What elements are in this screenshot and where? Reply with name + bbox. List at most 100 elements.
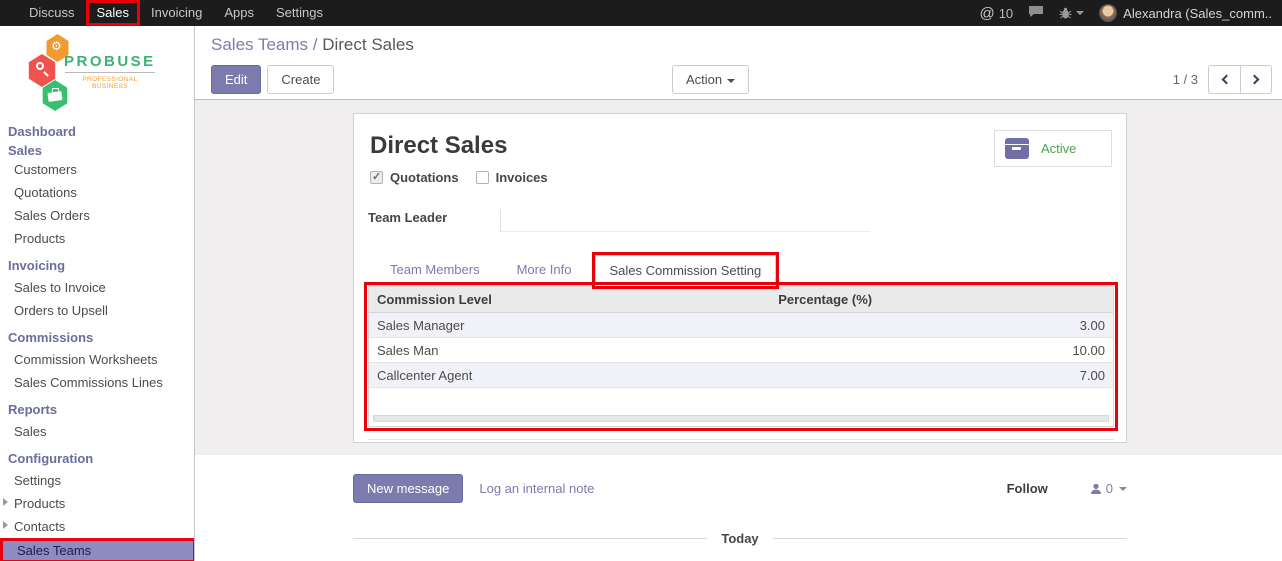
- tab-team-members[interactable]: Team Members: [376, 255, 494, 285]
- chatter: New message Log an internal note Follow …: [195, 455, 1282, 561]
- archive-box-icon: [1005, 138, 1029, 159]
- create-button[interactable]: Create: [267, 65, 334, 94]
- chevron-down-icon: [1076, 11, 1084, 15]
- top-menu-sales[interactable]: Sales: [86, 0, 141, 26]
- breadcrumb: Sales Teams / Direct Sales: [195, 26, 1282, 60]
- top-bar: Discuss Sales Invoicing Apps Settings @ …: [0, 0, 1282, 26]
- probuse-logo: PROBUSE PROFESSIONAL BUSINESS: [0, 26, 194, 118]
- chevron-down-icon: [727, 79, 735, 83]
- log-internal-note-link[interactable]: Log an internal note: [479, 481, 594, 496]
- sidebar-item-sales-to-invoice[interactable]: Sales to Invoice: [0, 276, 194, 299]
- follow-button[interactable]: Follow: [1007, 481, 1048, 496]
- top-menu-invoicing[interactable]: Invoicing: [140, 0, 213, 26]
- top-nav: Discuss Sales Invoicing Apps Settings: [18, 0, 334, 26]
- quotations-checkbox[interactable]: [370, 171, 383, 184]
- active-label: Active: [1041, 141, 1076, 156]
- team-leader-value[interactable]: [500, 210, 870, 232]
- table-empty-row: [369, 388, 1113, 413]
- logo-text: PROBUSE: [64, 53, 156, 70]
- sidebar-item-products[interactable]: Products: [0, 227, 194, 250]
- sidebar-section-configuration: Configuration: [0, 447, 194, 469]
- avatar: [1099, 4, 1117, 22]
- invoices-label: Invoices: [496, 170, 548, 185]
- follower-count: 0: [1106, 481, 1113, 496]
- table-header-row: Commission Level Percentage (%): [369, 286, 1113, 313]
- sidebar-item-commission-worksheets[interactable]: Commission Worksheets: [0, 348, 194, 371]
- control-panel: Edit Create Action 1 / 3: [195, 60, 1282, 100]
- mention-icon: @: [979, 5, 994, 22]
- sidebar-item-quotations[interactable]: Quotations: [0, 181, 194, 204]
- cell-commission-level: Sales Man: [369, 343, 778, 358]
- table-row[interactable]: Sales Manager 3.00: [369, 313, 1113, 338]
- pager: 1 / 3: [1173, 65, 1272, 94]
- invoices-checkbox[interactable]: [476, 171, 489, 184]
- cell-percentage: 3.00: [778, 318, 1113, 333]
- odoo-app-window: Discuss Sales Invoicing Apps Settings @ …: [0, 0, 1282, 561]
- sidebar-item-sales-commissions-lines[interactable]: Sales Commissions Lines: [0, 371, 194, 394]
- pager-value: 1 / 3: [1173, 72, 1198, 87]
- sidebar-item-config-products[interactable]: Products: [0, 492, 194, 515]
- checkbox-row: Quotations Invoices: [370, 170, 1114, 185]
- mention-count: 10: [999, 6, 1013, 21]
- caret-right-icon: [3, 521, 8, 529]
- form-sheet: Active Direct Sales Quotations Invoices …: [353, 113, 1127, 443]
- sidebar-section-commissions: Commissions: [0, 326, 194, 348]
- sidebar-nav: Dashboard Sales Customers Quotations Sal…: [0, 118, 194, 561]
- top-menu-discuss[interactable]: Discuss: [18, 0, 86, 26]
- form-view-background: Active Direct Sales Quotations Invoices …: [195, 100, 1282, 455]
- tab-more-info[interactable]: More Info: [503, 255, 586, 285]
- sidebar-section-reports: Reports: [0, 398, 194, 420]
- cell-percentage: 7.00: [778, 368, 1113, 383]
- user-name: Alexandra (Sales_comm..: [1123, 6, 1272, 21]
- chat-bubble-icon[interactable]: [1028, 5, 1044, 21]
- breadcrumb-parent[interactable]: Sales Teams: [211, 35, 308, 54]
- chevron-right-icon: [1250, 75, 1260, 85]
- sidebar-item-sales-orders[interactable]: Sales Orders: [0, 204, 194, 227]
- column-header-commission-level[interactable]: Commission Level: [369, 292, 778, 307]
- bug-menu[interactable]: [1059, 7, 1084, 20]
- mention-counter[interactable]: @ 10: [979, 5, 1013, 22]
- sheet-divider: [368, 439, 1114, 440]
- breadcrumb-separator: /: [313, 35, 322, 54]
- active-toggle-button[interactable]: Active: [994, 130, 1112, 167]
- team-leader-field-row: Team Leader: [368, 210, 1114, 232]
- sidebar-item-reports-sales[interactable]: Sales: [0, 420, 194, 443]
- logo-tagline: PROFESSIONAL BUSINESS: [65, 72, 155, 90]
- followers-counter[interactable]: 0: [1090, 481, 1127, 496]
- caret-right-icon: [3, 498, 8, 506]
- top-menu-settings[interactable]: Settings: [265, 0, 334, 26]
- action-dropdown-button[interactable]: Action: [672, 65, 749, 94]
- new-message-button[interactable]: New message: [353, 474, 463, 503]
- sidebar-section-sales[interactable]: Sales: [0, 139, 194, 158]
- breadcrumb-current: Direct Sales: [322, 35, 414, 54]
- today-divider: Today: [353, 531, 1127, 546]
- user-menu[interactable]: Alexandra (Sales_comm..: [1099, 4, 1272, 22]
- sidebar: PROBUSE PROFESSIONAL BUSINESS Dashboard …: [0, 26, 195, 561]
- sidebar-item-customers[interactable]: Customers: [0, 158, 194, 181]
- pager-previous-button[interactable]: [1208, 65, 1240, 94]
- column-header-percentage[interactable]: Percentage (%): [778, 292, 1113, 307]
- sidebar-item-contacts[interactable]: Contacts: [0, 515, 194, 538]
- horizontal-scrollbar[interactable]: [373, 415, 1109, 422]
- sidebar-item-orders-to-upsell[interactable]: Orders to Upsell: [0, 299, 194, 322]
- table-row[interactable]: Callcenter Agent 7.00: [369, 363, 1113, 388]
- today-label: Today: [707, 531, 772, 546]
- cell-percentage: 10.00: [778, 343, 1113, 358]
- topbar-right: @ 10 Alexandra (Sales_comm..: [979, 4, 1272, 22]
- tab-sales-commission-setting[interactable]: Sales Commission Setting: [595, 255, 777, 286]
- pager-next-button[interactable]: [1240, 65, 1272, 94]
- cell-commission-level: Sales Manager: [369, 318, 778, 333]
- sidebar-item-sales-teams[interactable]: Sales Teams: [0, 538, 195, 561]
- edit-button[interactable]: Edit: [211, 65, 261, 94]
- bug-icon: [1059, 7, 1072, 20]
- chevron-left-icon: [1221, 75, 1231, 85]
- table-row[interactable]: Sales Man 10.00: [369, 338, 1113, 363]
- quotations-label: Quotations: [390, 170, 459, 185]
- sidebar-item-dashboard[interactable]: Dashboard: [0, 120, 194, 139]
- chevron-down-icon: [1119, 487, 1127, 491]
- notebook-tabs: Team Members More Info Sales Commission …: [368, 255, 1114, 286]
- sidebar-item-settings[interactable]: Settings: [0, 469, 194, 492]
- team-leader-label: Team Leader: [368, 210, 500, 225]
- top-menu-apps[interactable]: Apps: [213, 0, 265, 26]
- cell-commission-level: Callcenter Agent: [369, 368, 778, 383]
